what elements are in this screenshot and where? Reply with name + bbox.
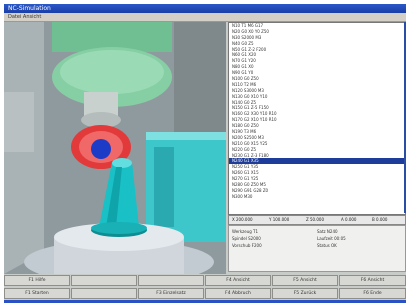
toolhead-blue bbox=[91, 139, 111, 159]
softkey-f6-top[interactable]: F6 Ansicht bbox=[339, 275, 406, 286]
tool-holder-highlight bbox=[60, 50, 164, 94]
simulation-viewport[interactable] bbox=[4, 22, 226, 274]
softkey-f5-bottom[interactable]: F5 Zurück bbox=[272, 288, 338, 299]
softkey-row-2: F1 Starten F3 Einzelsatz F4 Abbruch F5 Z… bbox=[4, 287, 406, 300]
coord-a: A 0.000 bbox=[341, 217, 357, 222]
softkey-f4-top[interactable]: F4 Ansicht bbox=[205, 275, 271, 286]
info-left-2: Vorschub F200 bbox=[232, 243, 262, 248]
info-right-2: Status OK bbox=[317, 243, 337, 248]
cyan-block-shade bbox=[154, 147, 174, 227]
info-right-1: Laufzeit 00:05 bbox=[317, 236, 346, 241]
list-scrollbar[interactable] bbox=[404, 22, 406, 213]
softkey-f5-top[interactable]: F5 Ansicht bbox=[272, 275, 338, 286]
coord-b: B 0.000 bbox=[372, 217, 388, 222]
coordinate-readout: X 200.000 Y 100.000 Z 50.000 A 0.000 B 0… bbox=[228, 215, 406, 225]
softkey-f2-top[interactable] bbox=[71, 275, 137, 286]
softkey-f3-bottom[interactable]: F3 Einzelsatz bbox=[138, 288, 204, 299]
coord-z: Z 50.000 bbox=[306, 217, 325, 222]
softkey-f4-bottom[interactable]: F4 Abbruch bbox=[205, 288, 271, 299]
program-list[interactable]: N10 T1 M6 G17 N20 G0 X0 Y0 Z50 N30 S2000 M… bbox=[228, 22, 406, 215]
info-left-1: Spindel S2000 bbox=[232, 236, 261, 241]
machine-scene bbox=[4, 22, 226, 274]
cyan-block-top bbox=[146, 132, 226, 140]
coord-y: Y 100.000 bbox=[269, 217, 290, 222]
info-right-0: Satz N240 bbox=[317, 229, 338, 234]
softkey-f2-bottom[interactable] bbox=[71, 288, 137, 299]
title-bar: NC-Simulation bbox=[4, 4, 406, 13]
coord-x: X 200.000 bbox=[232, 217, 253, 222]
program-list-row[interactable] bbox=[229, 206, 405, 212]
app-window: NC-Simulation Datei Ansicht N10 T1 M6 G1… bbox=[4, 4, 406, 303]
workpiece-cone-tip bbox=[112, 158, 132, 168]
window-title: NC-Simulation bbox=[8, 5, 51, 12]
info-left-0: Werkzeug T1 bbox=[232, 229, 259, 234]
taskbar bbox=[4, 300, 406, 303]
softkey-f1-bottom[interactable]: F1 Starten bbox=[4, 288, 70, 299]
back-wall bbox=[174, 22, 226, 142]
softkey-f3-top[interactable] bbox=[138, 275, 204, 286]
menu-text[interactable]: Datei Ansicht bbox=[8, 13, 41, 21]
status-info-panel: Werkzeug T1 Spindel S2000 Vorschub F200 … bbox=[228, 225, 406, 272]
menu-bar: Datei Ansicht bbox=[4, 13, 406, 22]
workpiece-flange-top bbox=[91, 222, 147, 234]
wall-panel bbox=[4, 92, 34, 152]
softkey-row-1: F1 Hilfe F4 Ansicht F5 Ansicht F6 Ansich… bbox=[4, 274, 406, 287]
softkey-f1-top[interactable]: F1 Hilfe bbox=[4, 275, 70, 286]
softkey-f6-bottom[interactable]: F6 Ende bbox=[339, 288, 406, 299]
